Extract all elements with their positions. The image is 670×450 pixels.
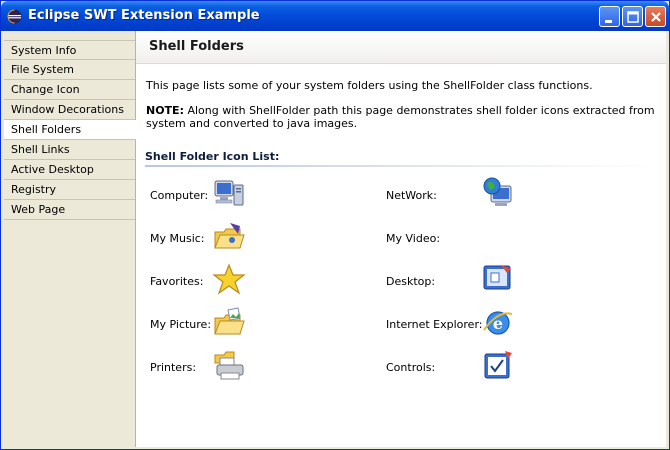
close-button[interactable] bbox=[645, 6, 666, 27]
sidebar-item-shell-folders[interactable]: Shell Folders bbox=[4, 120, 136, 140]
sidebar-item-system-info[interactable]: System Info bbox=[4, 40, 135, 60]
window-title: Eclipse SWT Extension Example bbox=[28, 8, 260, 23]
folder-label-favorites: Favorites: bbox=[150, 275, 204, 288]
sidebar-item-active-desktop[interactable]: Active Desktop bbox=[4, 160, 135, 180]
favorites-star-icon bbox=[212, 263, 246, 295]
sidebar-item-label: Web Page bbox=[11, 203, 66, 216]
printer-icon bbox=[214, 351, 244, 380]
close-icon bbox=[651, 12, 661, 22]
folder-label-my-music: My Music: bbox=[150, 232, 205, 245]
client-area: System Info File System Change Icon Wind… bbox=[4, 31, 666, 447]
minimize-icon bbox=[605, 20, 612, 23]
folder-label-computer: Computer: bbox=[150, 189, 209, 202]
sidebar-item-file-system[interactable]: File System bbox=[4, 60, 135, 80]
sidebar-item-label: Shell Links bbox=[11, 143, 70, 156]
desktop-icon bbox=[483, 265, 511, 290]
computer-icon bbox=[214, 180, 244, 206]
sidebar: System Info File System Change Icon Wind… bbox=[4, 31, 136, 447]
control-panel-icon bbox=[484, 351, 512, 379]
network-icon bbox=[483, 177, 512, 206]
sidebar-item-label: Window Decorations bbox=[11, 103, 124, 116]
sidebar-item-label: Registry bbox=[11, 183, 57, 196]
title-bar[interactable]: Eclipse SWT Extension Example bbox=[1, 1, 669, 31]
section-divider bbox=[145, 165, 650, 167]
picture-folder-icon bbox=[214, 307, 245, 335]
sidebar-item-change-icon[interactable]: Change Icon bbox=[4, 80, 135, 100]
maximize-icon bbox=[627, 11, 639, 23]
sidebar-item-registry[interactable]: Registry bbox=[4, 180, 135, 200]
folder-label-internet-explorer: Internet Explorer: bbox=[386, 318, 483, 331]
internet-explorer-icon: e bbox=[483, 311, 513, 335]
sidebar-item-label: Shell Folders bbox=[11, 123, 82, 136]
sidebar-item-label: Active Desktop bbox=[11, 163, 94, 176]
content-panel: Shell Folders This page lists some of yo… bbox=[136, 31, 666, 447]
sidebar-item-label: System Info bbox=[11, 44, 77, 57]
app-window: Eclipse SWT Extension Example System Inf… bbox=[0, 0, 670, 450]
sidebar-item-shell-links[interactable]: Shell Links bbox=[4, 140, 135, 160]
sidebar-item-window-decorations[interactable]: Window Decorations bbox=[4, 100, 135, 120]
sidebar-item-label: Change Icon bbox=[11, 83, 80, 96]
page-title: Shell Folders bbox=[149, 39, 244, 54]
folder-label-desktop: Desktop: bbox=[386, 275, 436, 288]
sidebar-item-label: File System bbox=[11, 63, 74, 76]
folder-label-my-video: My Video: bbox=[386, 232, 441, 245]
folder-label-printers: Printers: bbox=[150, 361, 197, 374]
music-folder-icon bbox=[214, 223, 245, 249]
minimize-button[interactable] bbox=[599, 6, 620, 27]
intro-text: This page lists some of your system fold… bbox=[146, 79, 593, 92]
eclipse-icon bbox=[7, 9, 22, 24]
section-title: Shell Folder Icon List: bbox=[145, 150, 280, 163]
note-label: NOTE: bbox=[146, 104, 184, 117]
note-body: Along with ShellFolder path this page de… bbox=[146, 104, 655, 130]
folder-label-controls: Controls: bbox=[386, 361, 436, 374]
note-text: NOTE: Along with ShellFolder path this p… bbox=[146, 104, 656, 130]
sidebar-item-web-page[interactable]: Web Page bbox=[4, 200, 135, 220]
folder-label-my-picture: My Picture: bbox=[150, 318, 212, 331]
folder-label-network: NetWork: bbox=[386, 189, 437, 202]
page-header: Shell Folders bbox=[136, 31, 666, 64]
maximize-button[interactable] bbox=[622, 6, 643, 27]
